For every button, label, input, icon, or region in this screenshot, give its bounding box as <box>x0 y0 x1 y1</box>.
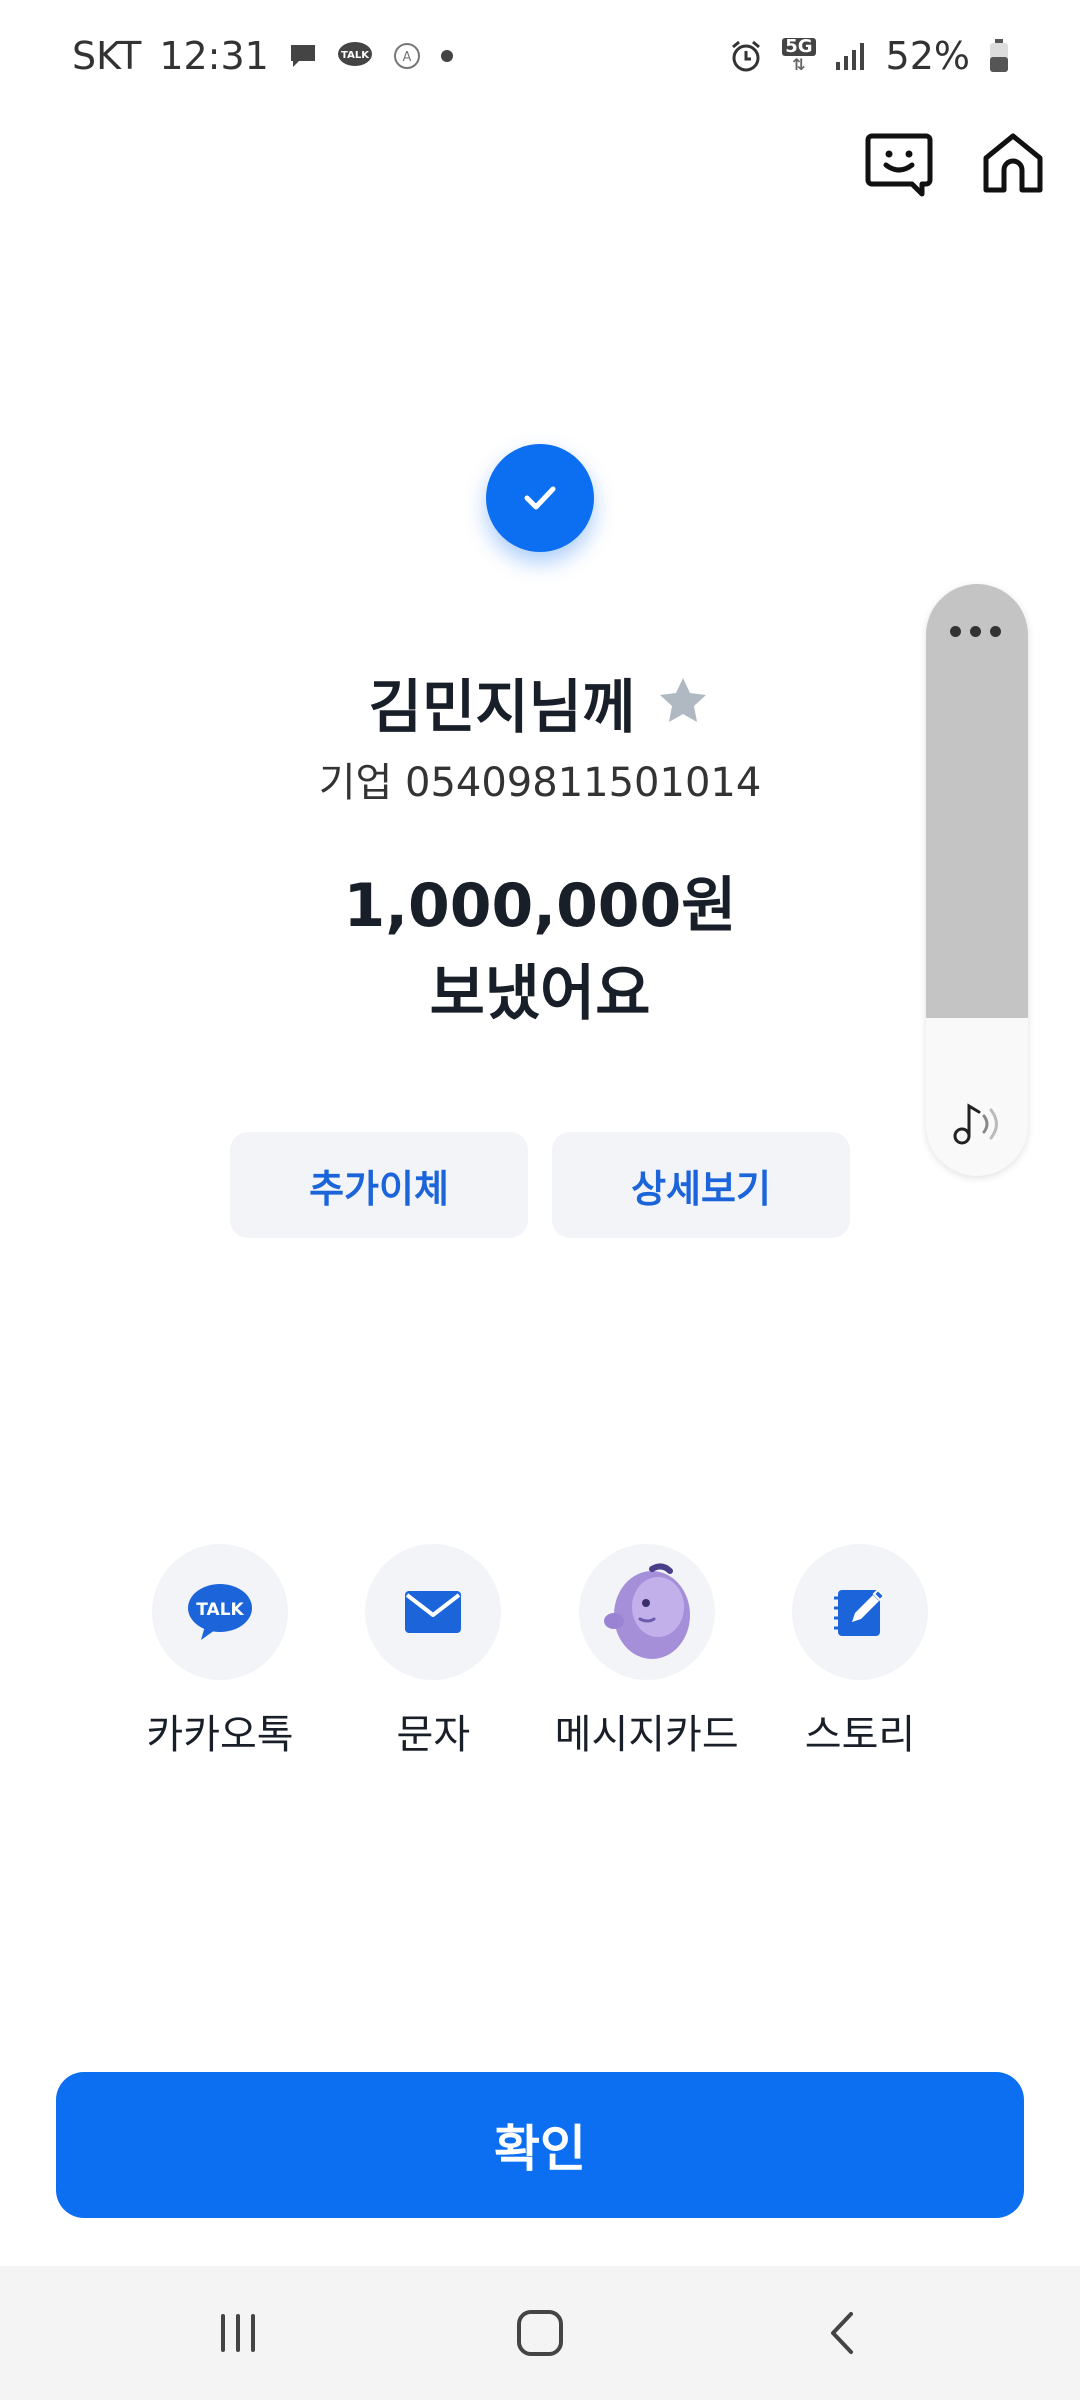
message-icon <box>287 40 319 72</box>
clock: 12:31 <box>159 34 269 78</box>
home-button-icon[interactable] <box>500 2302 580 2364</box>
status-bar: SKT 12:31 TALK A 5G ⇅ 52% <box>0 0 1080 110</box>
network-5g-icon: 5G ⇅ <box>782 38 816 74</box>
svg-text:TALK: TALK <box>341 50 370 61</box>
recipient-name: 김민지님께 <box>368 673 636 741</box>
more-notifications-dot <box>440 50 453 62</box>
recent-apps-icon[interactable] <box>198 2302 278 2364</box>
additional-transfer-button[interactable]: 추가이체 <box>230 1132 528 1238</box>
floating-side-panel[interactable] <box>926 584 1028 1176</box>
battery-percent: 52% <box>885 34 970 78</box>
data-arrows-icon: ⇅ <box>792 55 806 74</box>
character-icon[interactable] <box>578 1544 715 1680</box>
network-label: 5G <box>782 38 816 56</box>
share-label-message-card: 메시지카드 <box>554 1712 739 1758</box>
carrier: SKT <box>72 34 142 78</box>
translate-icon: A <box>391 40 423 72</box>
transfer-amount: 1,000,000원 보냈어요 <box>0 862 1080 1038</box>
side-panel-handle[interactable] <box>926 584 1028 1018</box>
mail-icon[interactable] <box>365 1544 502 1680</box>
edit-note-icon[interactable] <box>791 1544 928 1680</box>
share-kakaotalk[interactable]: TALK 카카오톡 <box>120 1544 320 1760</box>
sound-music-icon[interactable] <box>948 1092 1008 1152</box>
navigation-bar <box>0 2266 1080 2400</box>
share-sms[interactable]: 문자 <box>333 1544 533 1760</box>
action-buttons: 추가이체 상세보기 <box>230 1132 850 1238</box>
details-button[interactable]: 상세보기 <box>552 1132 850 1238</box>
battery-icon <box>988 38 1010 74</box>
recipient-account: 기업 05409811501014 <box>318 760 762 806</box>
share-message-card[interactable]: 메시지카드 <box>547 1544 747 1760</box>
share-story[interactable]: 스토리 <box>760 1544 960 1760</box>
home-icon[interactable] <box>978 128 1048 198</box>
share-label-story: 스토리 <box>804 1712 916 1758</box>
svg-text:A: A <box>402 50 411 65</box>
recipient-row: 김민지님께 <box>0 660 1080 744</box>
share-label-sms: 문자 <box>396 1712 471 1758</box>
amount-value: 1,000,000원 <box>343 871 737 941</box>
success-check-icon <box>486 444 594 552</box>
status-right: 5G ⇅ 52% <box>728 28 1010 84</box>
favorite-star-icon[interactable] <box>655 674 711 730</box>
more-icon[interactable] <box>950 626 1001 637</box>
chat-smile-icon[interactable] <box>864 128 934 198</box>
alarm-icon <box>728 38 764 74</box>
share-options: TALK 카카오톡 문자 메시지카드 스토리 <box>120 1544 960 1760</box>
back-icon[interactable] <box>804 2302 884 2364</box>
status-left: SKT 12:31 TALK A <box>72 28 453 84</box>
signal-icon <box>834 40 868 72</box>
share-label-kakaotalk: 카카오톡 <box>146 1712 294 1758</box>
amount-status: 보냈어요 <box>429 959 651 1029</box>
kakaotalk-notification-icon: TALK <box>337 40 373 72</box>
kakaotalk-icon[interactable]: TALK <box>152 1544 288 1680</box>
kakaotalk-badge: TALK <box>196 1600 244 1620</box>
confirm-button[interactable]: 확인 <box>56 2072 1024 2218</box>
